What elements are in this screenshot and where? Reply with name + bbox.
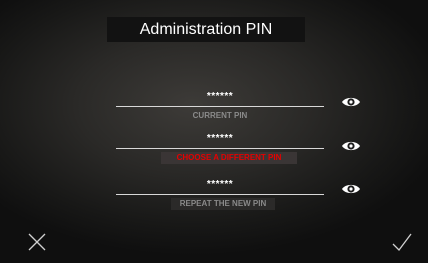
- new-pin-value[interactable]: ******: [116, 132, 324, 146]
- repeat-pin-underline: [116, 194, 324, 195]
- repeat-pin-label: REPEAT THE NEW PIN: [171, 198, 275, 210]
- page-title: Administration PIN: [107, 17, 305, 42]
- current-pin-underline: [116, 106, 324, 107]
- repeat-pin-value[interactable]: ******: [116, 178, 324, 192]
- eye-icon[interactable]: [341, 183, 361, 195]
- checkmark-icon: [392, 233, 412, 251]
- eye-icon[interactable]: [341, 140, 361, 152]
- close-icon: [28, 233, 46, 251]
- current-pin-value[interactable]: ******: [116, 90, 324, 104]
- current-pin-label: CURRENT PIN: [192, 111, 248, 120]
- new-pin-underline: [116, 148, 324, 149]
- new-pin-error-message: CHOOSE A DIFFERENT PIN: [161, 152, 297, 164]
- cancel-button[interactable]: [27, 232, 47, 252]
- eye-icon[interactable]: [341, 96, 361, 108]
- confirm-button[interactable]: [392, 232, 412, 252]
- pin-settings-screen: Administration PIN ****** CURRENT PIN **…: [0, 0, 428, 263]
